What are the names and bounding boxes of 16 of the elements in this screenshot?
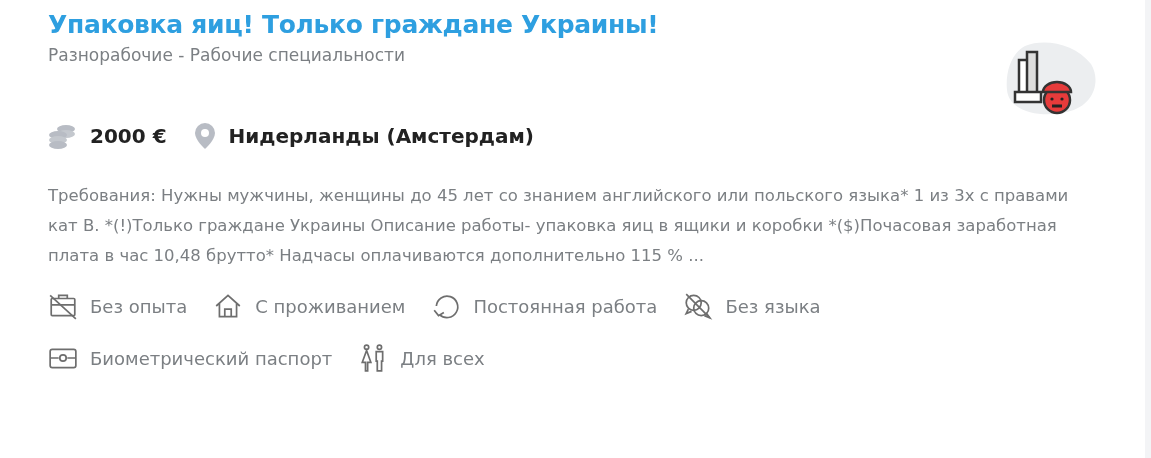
job-description: Требования: Нужны мужчины, женщины до 45 лет со знанием английского или польского языка* 1 из 3х с правами кат B. *(!)Только граждане Украины Описание работы- упаковка яиц в ящики и коробки *($)Почасовая заработная плата в час 10,48 брутто* Надчасы оплачиваются дополнительно 115 % ... <box>48 185 1070 267</box>
coins-icon <box>48 123 76 149</box>
building-worker-icon <box>1005 40 1097 116</box>
location-pin-icon <box>194 123 215 149</box>
feature-label: Для всех <box>400 347 485 369</box>
feature-label: С проживанием <box>255 295 406 317</box>
speech-bubbles-crossed-icon <box>683 291 714 321</box>
location: Нидерланды (Амстердам) <box>228 124 534 148</box>
job-category: Разнорабочие - Рабочие специальности <box>48 45 405 65</box>
salary: 2000 € <box>90 124 167 148</box>
feature-label: Биометрический паспорт <box>90 347 333 369</box>
briefcase-crossed-icon <box>48 291 78 321</box>
feature-label: Без опыта <box>90 295 188 317</box>
job-title[interactable]: Упаковка яиц! Только граждане Украины! <box>48 10 1097 39</box>
feature-label: Без языка <box>725 295 821 317</box>
feature-label: Постоянная работа <box>473 295 658 317</box>
